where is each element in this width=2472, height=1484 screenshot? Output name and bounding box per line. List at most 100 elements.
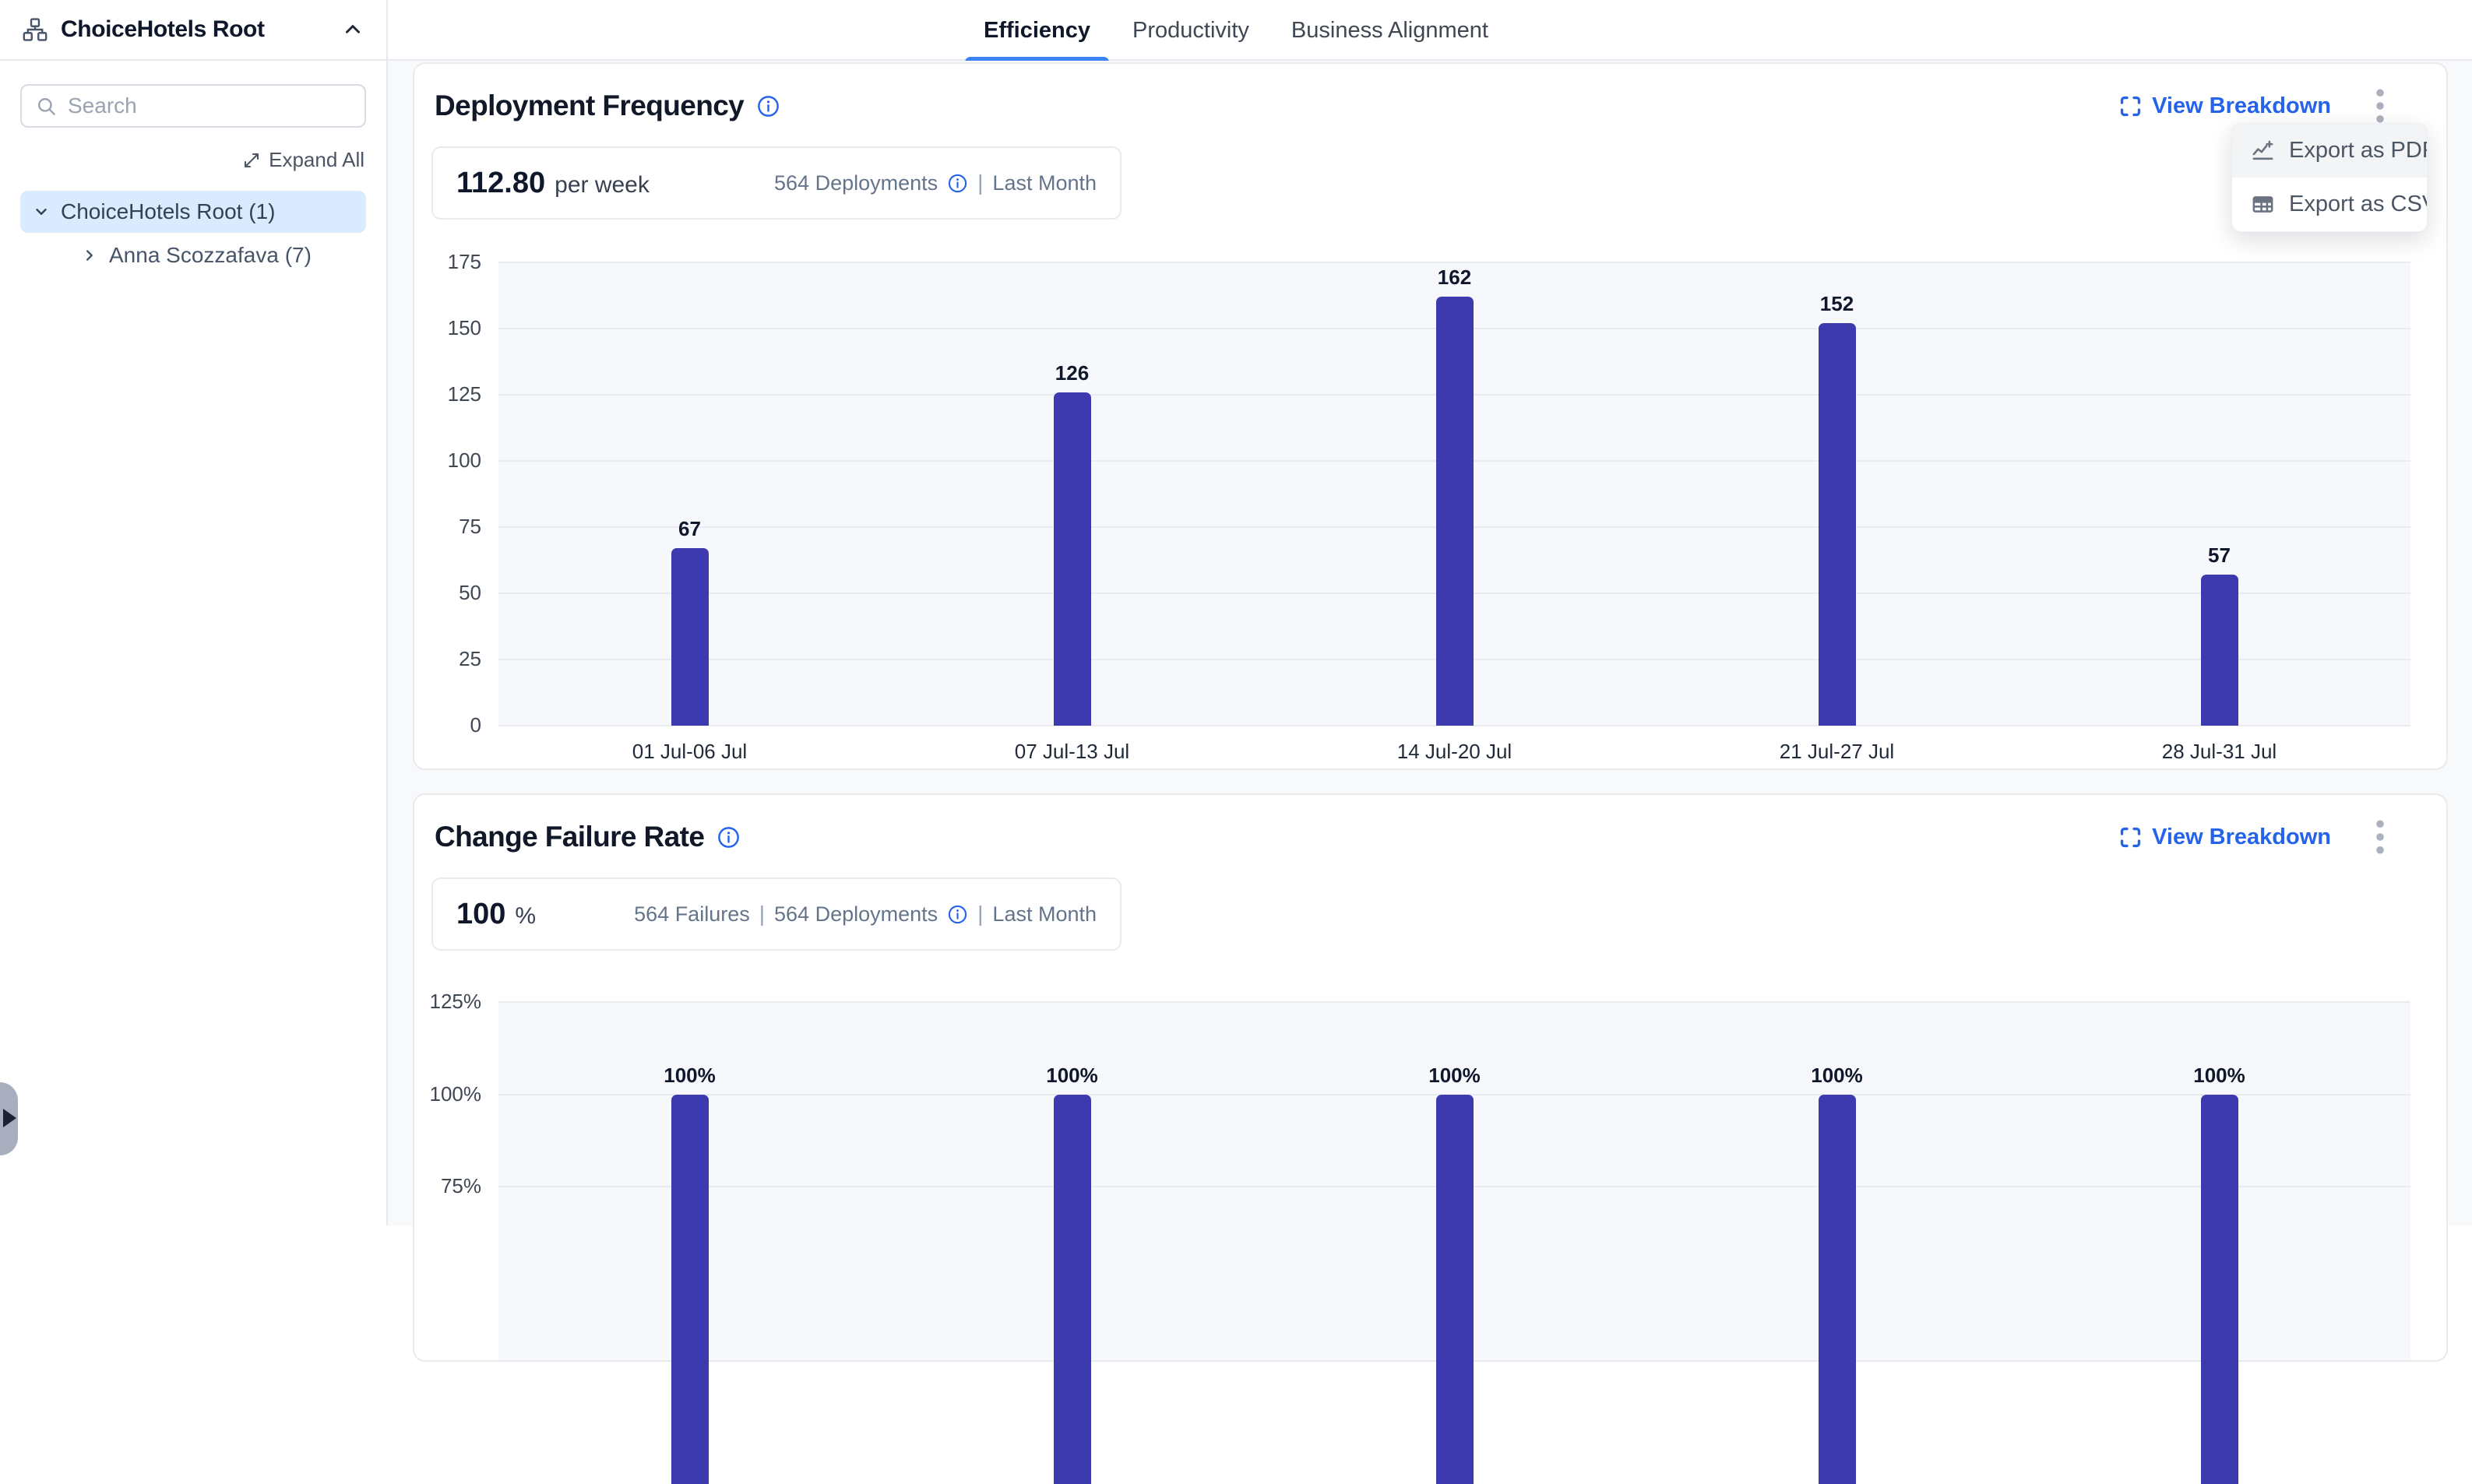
content-area: Deployment Frequency View Breakdown <box>388 61 2472 1226</box>
change-failure-rate-stat: 100 % 564 Failures | 564 Deployments | L… <box>431 877 1122 951</box>
export-menu: Export as PDF Export as CSV <box>2231 123 2428 232</box>
scan-corners-icon <box>2118 94 2143 118</box>
menu-item-export-as-csv[interactable]: Export as CSV <box>2232 178 2427 231</box>
drawer-toggle-button[interactable] <box>0 1082 18 1155</box>
search-box <box>20 84 366 128</box>
deployment-frequency-stat: 112.80 per week 564 Deployments | Last M… <box>431 146 1122 220</box>
search-input[interactable] <box>68 93 350 118</box>
sitemap-icon <box>22 16 48 43</box>
y-axis-tick: 125 <box>414 382 481 406</box>
card-title: Change Failure Rate <box>435 821 704 853</box>
chevron-up-icon[interactable] <box>341 18 364 41</box>
card-header: Change Failure Rate View Breakdown <box>414 795 2446 859</box>
tabs: Efficiency Productivity Business Alignment <box>981 0 1491 61</box>
deployments-count: 564 Deployments <box>774 171 938 195</box>
stat-value: 112.80 <box>456 167 545 200</box>
gridline <box>498 262 2410 263</box>
bar-value-label: 57 <box>2157 543 2282 568</box>
y-axis-tick: 175 <box>414 250 481 274</box>
expand-arrows-icon <box>242 151 261 170</box>
caret-right-icon <box>3 1109 16 1127</box>
sidebar-title: ChoiceHotels Root <box>61 16 329 43</box>
change-failure-rate-card: Change Failure Rate View Breakdown <box>413 793 2448 1362</box>
bar-value-label: 100% <box>1010 1064 1135 1088</box>
separator: | <box>759 902 765 927</box>
main-area: Efficiency Productivity Business Alignment… <box>388 0 2472 1226</box>
bar-value-label: 100% <box>1775 1064 1900 1088</box>
bar-value-label: 67 <box>628 517 752 541</box>
bar-value-label: 100% <box>628 1064 752 1088</box>
expand-all-button[interactable]: Expand All <box>0 148 386 172</box>
x-axis-tick: 01 Jul-06 Jul <box>565 740 815 764</box>
bar-28-jul-31-jul <box>2201 575 2238 726</box>
change-failure-rate-chart: 100%100%100%100%100%125%100%75% <box>414 1002 2446 1360</box>
tree-item-anna-scozzafava-7[interactable]: Anna Scozzafava (7) <box>20 234 366 276</box>
kebab-menu-icon[interactable] <box>2372 84 2389 128</box>
bar-value-label: 126 <box>1010 361 1135 385</box>
x-axis-tick: 21 Jul-27 Jul <box>1713 740 1962 764</box>
expand-all-label: Expand All <box>269 148 364 172</box>
tab-bar: Efficiency Productivity Business Alignment <box>388 0 2472 61</box>
x-axis-tick: 07 Jul-13 Jul <box>948 740 1197 764</box>
y-axis-tick: 75 <box>414 515 481 539</box>
sidebar-header[interactable]: ChoiceHotels Root <box>0 0 386 61</box>
card-header: Deployment Frequency View Breakdown <box>414 64 2446 128</box>
org-sidebar: ChoiceHotels Root Expand All ChoiceHotel… <box>0 0 388 1226</box>
separator: | <box>977 171 983 195</box>
info-icon[interactable] <box>717 825 741 849</box>
deployment-frequency-card: Deployment Frequency View Breakdown <box>413 62 2448 770</box>
stat-unit: per week <box>555 172 650 199</box>
bar-value-label: 152 <box>1775 292 1900 316</box>
x-axis-tick: 14 Jul-20 Jul <box>1330 740 1579 764</box>
dashboard-page: { "sidebar": { "title": "ChoiceHotels Ro… <box>0 0 2472 1226</box>
stat-value: 100 <box>456 898 505 931</box>
y-axis-tick: 0 <box>414 713 481 737</box>
y-axis-tick: 100% <box>414 1082 481 1106</box>
bar-01-jul-06-jul <box>671 548 709 726</box>
y-axis-tick: 25 <box>414 647 481 671</box>
chart-line-plus-icon <box>2251 139 2275 163</box>
period-label: Last Month <box>992 171 1097 195</box>
x-axis-tick: 28 Jul-31 Jul <box>2095 740 2344 764</box>
stat-unit: % <box>515 903 536 930</box>
chevron-right-icon[interactable] <box>81 247 98 264</box>
chevron-down-icon[interactable] <box>33 203 50 220</box>
card-title: Deployment Frequency <box>435 90 744 122</box>
bar-01-jul-06-jul <box>671 1095 709 1484</box>
info-icon[interactable] <box>947 173 968 194</box>
plot-area: 100%100%100%100%100% <box>498 1002 2410 1360</box>
info-icon[interactable] <box>756 94 780 118</box>
plot-area: 67 126 162 152 57 <box>498 262 2410 726</box>
org-tree: ChoiceHotels Root (1) Anna Scozzafava (7) <box>0 191 386 276</box>
view-breakdown-button[interactable]: View Breakdown <box>2118 93 2331 119</box>
bar-28-jul-31-jul <box>2201 1095 2238 1484</box>
view-breakdown-label: View Breakdown <box>2152 93 2331 119</box>
kebab-menu-icon[interactable] <box>2372 815 2389 859</box>
bar-21-jul-27-jul <box>1819 1095 1856 1484</box>
bar-14-jul-20-jul <box>1436 1095 1474 1484</box>
bar-07-jul-13-jul <box>1054 392 1091 726</box>
tree-item-choicehotels-root-1[interactable]: ChoiceHotels Root (1) <box>20 191 366 233</box>
view-breakdown-button[interactable]: View Breakdown <box>2118 825 2331 850</box>
tab-productivity[interactable]: Productivity <box>1129 0 1252 61</box>
bar-value-label: 162 <box>1393 266 1517 290</box>
tree-item-label: Anna Scozzafava (7) <box>109 243 312 268</box>
separator: | <box>977 902 983 927</box>
period-label: Last Month <box>992 902 1097 927</box>
y-axis-tick: 150 <box>414 316 481 340</box>
scan-corners-icon <box>2118 825 2143 849</box>
y-axis-tick: 75% <box>414 1174 481 1198</box>
tab-efficiency[interactable]: Efficiency <box>981 0 1093 61</box>
bar-14-jul-20-jul <box>1436 297 1474 726</box>
tab-business-alignment[interactable]: Business Alignment <box>1288 0 1491 61</box>
y-axis-tick: 50 <box>414 581 481 605</box>
menu-item-label: Export as CSV <box>2289 192 2428 217</box>
search-icon <box>36 96 57 117</box>
info-icon[interactable] <box>947 904 968 925</box>
menu-item-export-as-pdf[interactable]: Export as PDF <box>2232 124 2427 178</box>
table-icon <box>2251 192 2275 216</box>
y-axis-tick: 125% <box>414 990 481 1014</box>
bar-value-label: 100% <box>2157 1064 2282 1088</box>
deployment-frequency-chart: 6712616215257175150125100755025001 Jul-0… <box>414 262 2446 768</box>
bar-07-jul-13-jul <box>1054 1095 1091 1484</box>
